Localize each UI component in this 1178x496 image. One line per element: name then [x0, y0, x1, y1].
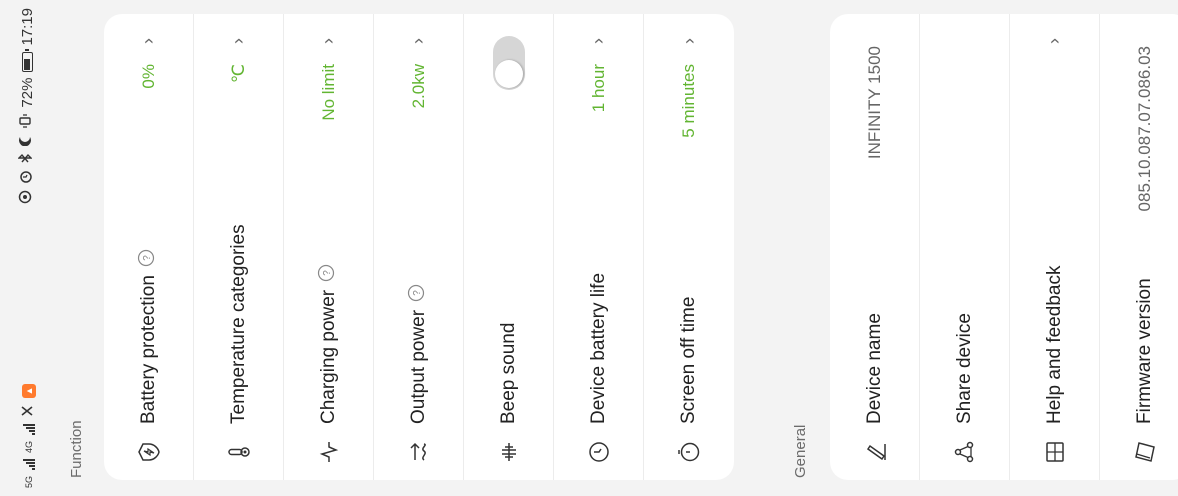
thermometer-icon: [225, 438, 253, 466]
row-value-temperature-categories: ℃: [228, 64, 248, 84]
sound-wave-icon: [495, 438, 523, 466]
row-value-screen-off-time: 5 minutes: [679, 64, 698, 138]
phone-canvas: 5G 4G ▲ 72% 17:19 Function Battery prote…: [0, 0, 1178, 496]
output-arrows-icon: [405, 438, 433, 466]
row-label-temperature-categories: Temperature categories: [227, 224, 249, 424]
row-output-power[interactable]: Output power ? 2.0kw ›: [374, 14, 464, 480]
row-screen-off-time[interactable]: Screen off time 5 minutes ›: [644, 14, 734, 480]
row-device-battery-life[interactable]: Device battery life 1 hour ›: [554, 14, 644, 480]
row-label-firmware-version: Firmware version: [1134, 278, 1155, 424]
help-icon[interactable]: ?: [137, 249, 160, 267]
row-charging-power[interactable]: Charging power ? No limit ›: [284, 14, 374, 480]
network-4g-label: 4G: [23, 440, 34, 453]
book-icon: [1041, 438, 1069, 466]
row-value-output-power: 2.0kw: [408, 64, 428, 109]
row-firmware-version[interactable]: Firmware version 085.10.087.07.086.03: [1100, 14, 1178, 480]
chevron-right-icon: ›: [1044, 38, 1064, 44]
pencil-icon: [861, 438, 889, 466]
lightning-shield-icon: [135, 438, 163, 466]
app-notification-icon: ▲: [21, 383, 36, 398]
screen: 5G 4G ▲ 72% 17:19 Function Battery prote…: [0, 0, 1178, 496]
row-temperature-categories[interactable]: Temperature categories ℃ ›: [194, 14, 284, 480]
row-beep-sound: Beep sound: [464, 14, 554, 480]
share-icon: [951, 438, 979, 466]
row-battery-protection[interactable]: Battery protection ? 0% ›: [104, 14, 194, 480]
row-help-and-feedback[interactable]: Help and feedback ›: [1010, 14, 1100, 480]
chevron-right-icon: ›: [678, 38, 699, 44]
battery-fill: [23, 58, 30, 70]
row-value-device-name: INFINITY 1500: [864, 46, 884, 160]
status-right: 72% 17:19: [17, 8, 36, 204]
clock-icon: [585, 438, 613, 466]
row-label-device-battery-life: Device battery life: [587, 272, 609, 424]
beep-sound-toggle[interactable]: [492, 36, 525, 90]
status-bar: 5G 4G ▲ 72% 17:19: [0, 0, 58, 496]
moon-icon: [18, 134, 36, 146]
battery-percent: 72%: [18, 77, 36, 108]
section-label-general: General: [792, 424, 809, 478]
chevron-right-icon: ›: [228, 38, 248, 44]
vibrate-icon: [18, 113, 36, 128]
row-label-device-name: Device name: [863, 313, 885, 424]
general-card: Device name INFINITY 1500 Share device H…: [830, 14, 1178, 480]
row-label-screen-off-time: Screen off time: [678, 296, 699, 424]
status-left: 5G 4G ▲: [20, 383, 37, 488]
chevron-right-icon: ›: [138, 38, 158, 44]
row-value-firmware-version: 085.10.087.07.086.03: [1135, 46, 1154, 212]
alarm-icon: [18, 170, 36, 184]
chevron-right-icon: ›: [318, 38, 338, 44]
row-label-share-device: Share device: [953, 313, 975, 424]
row-label-beep-sound: Beep sound: [497, 322, 519, 424]
row-label-battery-protection: Battery protection: [137, 275, 159, 424]
toggle-knob: [494, 60, 523, 88]
help-icon[interactable]: ?: [407, 284, 430, 302]
bluetooth-icon: [17, 152, 36, 164]
eye-icon: [18, 190, 36, 204]
row-value-charging-power: No limit: [318, 64, 338, 121]
signal-bars-icon: [22, 423, 35, 435]
pulse-icon: [315, 438, 343, 466]
row-label-output-power: Output power: [407, 309, 429, 424]
chevron-right-icon: ›: [588, 38, 608, 44]
chevron-right-icon: ›: [408, 38, 428, 44]
network-5g-label: 5G: [23, 475, 34, 488]
row-share-device[interactable]: Share device: [920, 14, 1010, 480]
signal-bars-icon: [22, 458, 35, 470]
function-card: Battery protection ? 0% › Temperature ca…: [104, 14, 734, 480]
row-label-help-and-feedback: Help and feedback: [1043, 265, 1065, 424]
clock-time: 17:19: [18, 8, 36, 46]
svg-text:?: ?: [322, 270, 333, 276]
firmware-icon: [1131, 438, 1159, 466]
svg-text:?: ?: [142, 255, 153, 261]
battery-icon: [21, 51, 33, 72]
nfc-icon: [20, 404, 37, 418]
row-value-battery-protection: 0%: [138, 64, 158, 89]
section-label-function: Function: [68, 420, 85, 478]
help-icon[interactable]: ?: [317, 264, 340, 282]
timer-icon: [675, 438, 703, 466]
row-label-charging-power: Charging power: [317, 289, 339, 424]
row-value-device-battery-life: 1 hour: [588, 64, 608, 113]
svg-text:?: ?: [412, 290, 423, 296]
row-device-name[interactable]: Device name INFINITY 1500: [830, 14, 920, 480]
